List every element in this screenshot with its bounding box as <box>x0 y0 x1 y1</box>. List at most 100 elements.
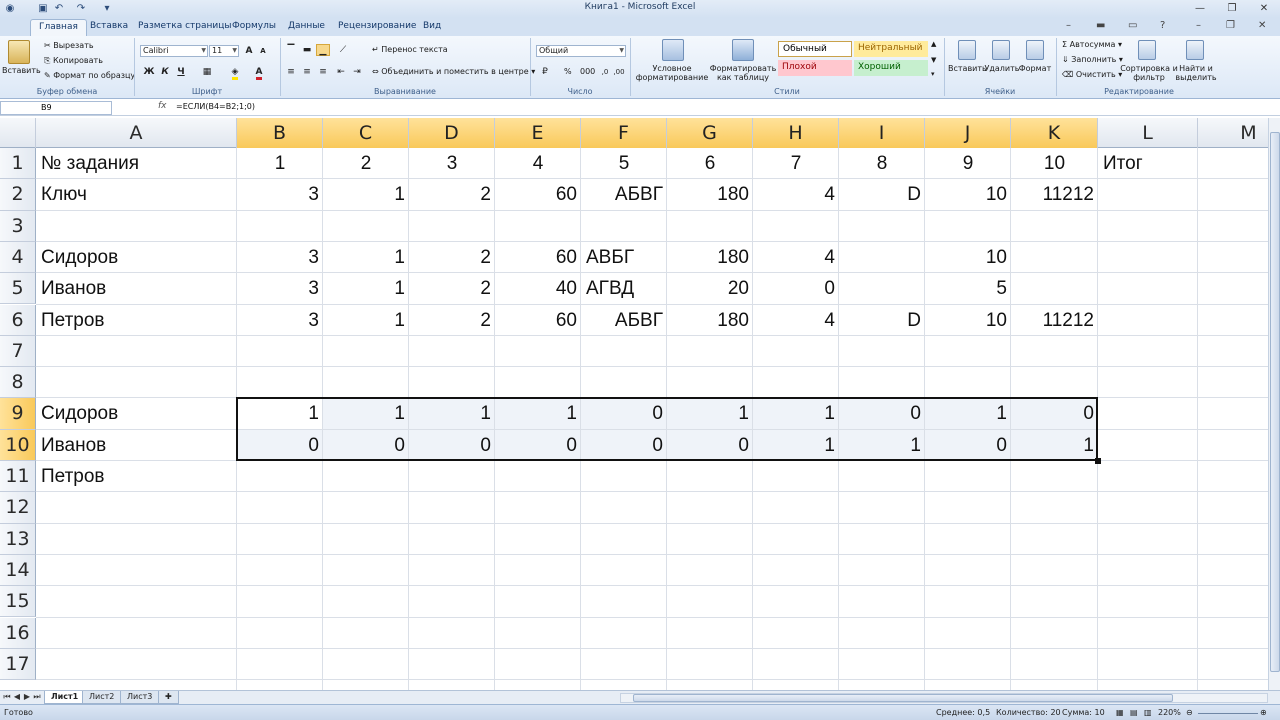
format-painter-button[interactable]: ✎ Формат по образцу <box>44 71 135 80</box>
vertical-scrollbar[interactable] <box>1268 118 1280 690</box>
fill-handle[interactable] <box>1095 458 1101 464</box>
cell-e4[interactable]: 60 <box>495 242 581 273</box>
cell-g2[interactable]: 180 <box>667 179 753 210</box>
formula-input[interactable]: =ЕСЛИ(B4=B2;1;0) <box>176 102 255 111</box>
cell-j2[interactable]: 10 <box>925 179 1011 210</box>
row-header-11[interactable]: 11 <box>0 461 36 493</box>
column-header-d[interactable]: D <box>409 118 495 148</box>
cell-c1[interactable]: 2 <box>323 148 409 179</box>
autosum-button[interactable]: Σ Автосумма ▾ <box>1062 40 1122 49</box>
tab-formulas[interactable]: Формулы <box>232 21 276 31</box>
cell-j4[interactable]: 10 <box>925 242 1011 273</box>
cell-i2[interactable]: D <box>839 179 925 210</box>
row-header-3[interactable]: 3 <box>0 210 36 242</box>
cell-h4[interactable]: 4 <box>753 242 839 273</box>
cell-e2[interactable]: 60 <box>495 179 581 210</box>
cell-k1[interactable]: 10 <box>1011 148 1098 179</box>
zoom-in-icon[interactable]: ⊕ <box>1260 708 1267 717</box>
cell-g1[interactable]: 6 <box>667 148 753 179</box>
row-header-8[interactable]: 8 <box>0 367 36 399</box>
grow-font-button[interactable]: A <box>242 45 256 57</box>
horizontal-scrollbar[interactable] <box>620 693 1268 703</box>
cell-g6[interactable]: 180 <box>667 305 753 336</box>
orientation-icon[interactable]: ⟋ <box>336 44 350 56</box>
copy-button[interactable]: ⎘ Копировать <box>44 56 103 66</box>
font-size-combo[interactable]: 11 ▼ <box>209 45 239 57</box>
cell-f4[interactable]: АВБГ <box>581 242 667 273</box>
zoom-out-icon[interactable]: ⊖ <box>1186 708 1193 717</box>
cell-e6[interactable]: 60 <box>495 305 581 336</box>
row-header-10[interactable]: 10 <box>0 429 36 461</box>
cell-g4[interactable]: 180 <box>667 242 753 273</box>
increase-decimal-icon[interactable]: ,0 <box>598 66 612 78</box>
cell-c5[interactable]: 1 <box>323 273 409 304</box>
format-as-table-button[interactable]: Форматировать как таблицу <box>708 64 778 82</box>
workbook-minimize-icon[interactable]: – <box>1196 20 1201 31</box>
cell-i6[interactable]: D <box>839 305 925 336</box>
cell-f2[interactable]: АБВГ <box>581 179 667 210</box>
workbook-restore-icon[interactable]: ❐ <box>1226 20 1235 31</box>
number-format-combo[interactable]: Общий ▼ <box>536 45 626 57</box>
style-normal[interactable]: Обычный <box>778 41 852 57</box>
align-top-icon[interactable]: ▔ <box>284 44 298 56</box>
column-header-e[interactable]: E <box>495 118 581 148</box>
insert-cells-button[interactable]: Вставить <box>948 64 987 73</box>
vertical-scroll-thumb[interactable] <box>1270 132 1280 672</box>
ribbon-window-icon[interactable]: ▭ <box>1128 20 1137 31</box>
tab-data[interactable]: Данные <box>288 21 325 31</box>
first-sheet-icon[interactable]: ⏮ <box>2 692 12 702</box>
column-header-k[interactable]: K <box>1011 118 1098 148</box>
find-select-button[interactable]: Найти и выделить <box>1174 64 1218 82</box>
format-cells-button[interactable]: Формат <box>1018 64 1052 73</box>
cell-d5[interactable]: 2 <box>409 273 495 304</box>
increase-indent-icon[interactable]: ⇥ <box>350 66 364 78</box>
cell-a10[interactable]: Иванов <box>36 430 237 461</box>
shrink-font-button[interactable]: A <box>256 45 270 57</box>
decrease-indent-icon[interactable]: ⇤ <box>334 66 348 78</box>
zoom-level[interactable]: 220% <box>1158 708 1181 717</box>
cell-c2[interactable]: 1 <box>323 179 409 210</box>
cell-a5[interactable]: Иванов <box>36 273 237 304</box>
column-header-l[interactable]: L <box>1098 118 1198 148</box>
cell-j1[interactable]: 9 <box>925 148 1011 179</box>
row-header-14[interactable]: 14 <box>0 554 36 587</box>
fill-color-icon[interactable]: ◈ <box>228 66 242 80</box>
workbook-close-icon[interactable]: ✕ <box>1258 20 1266 31</box>
column-header-c[interactable]: C <box>323 118 409 148</box>
normal-view-icon[interactable]: ▦ <box>1116 708 1124 717</box>
borders-icon[interactable]: ▦ <box>200 66 214 78</box>
font-name-combo[interactable]: Calibri ▼ <box>140 45 208 57</box>
column-header-i[interactable]: I <box>839 118 925 148</box>
row-header-6[interactable]: 6 <box>0 304 36 336</box>
cell-h1[interactable]: 7 <box>753 148 839 179</box>
insert-sheet-icon[interactable]: ✚ <box>158 691 179 704</box>
cell-a11[interactable]: Петров <box>36 461 237 492</box>
cell-k6[interactable]: 11212 <box>1011 305 1098 336</box>
name-box[interactable]: B9 <box>0 101 112 115</box>
clear-button[interactable]: ⌫ Очистить ▾ <box>1062 70 1122 79</box>
restore-button[interactable]: ❐ <box>1216 0 1248 17</box>
currency-icon[interactable]: ₽ <box>538 66 552 78</box>
tab-view[interactable]: Вид <box>423 21 441 31</box>
cell-f1[interactable]: 5 <box>581 148 667 179</box>
cell-d1[interactable]: 3 <box>409 148 495 179</box>
row-header-17[interactable]: 17 <box>0 648 36 681</box>
bold-button[interactable]: Ж <box>142 66 156 78</box>
sheet-tab-1[interactable]: Лист1 <box>44 691 86 704</box>
close-button[interactable]: ✕ <box>1248 0 1280 17</box>
underline-button[interactable]: Ч <box>174 66 188 78</box>
worksheet-grid[interactable]: ABCDEFGHIJKLM 1 № задания 1 2 3 4 5 6 7 8 9 10 Итог 2… <box>0 118 1268 690</box>
cell-j5[interactable]: 5 <box>925 273 1011 304</box>
cell-e5[interactable]: 40 <box>495 273 581 304</box>
tab-insert[interactable]: Вставка <box>90 21 128 31</box>
cell-b6[interactable]: 3 <box>237 305 323 336</box>
cell-b2[interactable]: 3 <box>237 179 323 210</box>
ribbon-restore-icon[interactable]: ▬ <box>1096 20 1105 31</box>
align-right-icon[interactable]: ≡ <box>316 66 330 78</box>
cell-f6[interactable]: АБВГ <box>581 305 667 336</box>
align-left-icon[interactable]: ≡ <box>284 66 298 78</box>
style-good[interactable]: Хороший <box>854 60 928 76</box>
row-header-7[interactable]: 7 <box>0 335 36 368</box>
last-sheet-icon[interactable]: ⏭ <box>32 692 42 702</box>
decrease-decimal-icon[interactable]: ,00 <box>612 66 626 78</box>
